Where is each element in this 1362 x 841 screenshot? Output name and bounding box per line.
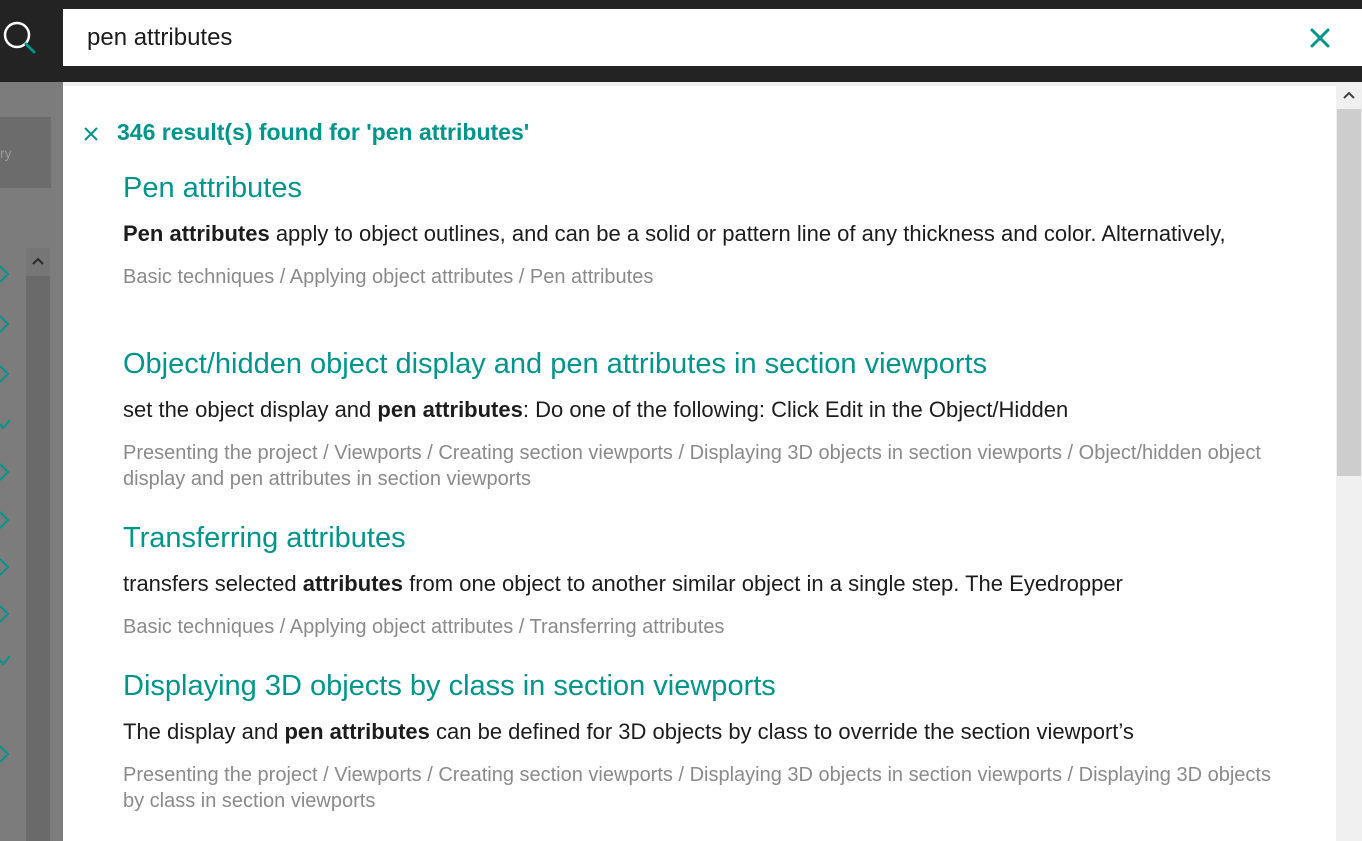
sidebar-button[interactable]: ry — [0, 117, 51, 188]
result-title-link[interactable]: Object/hidden object display and pen att… — [123, 346, 1273, 382]
snippet-highlight: attributes — [302, 571, 403, 596]
result-breadcrumb: Presenting the project / Viewports / Cre… — [123, 764, 1271, 812]
chevron-up-icon — [32, 257, 44, 265]
search-result: Object/hidden object display and pen att… — [123, 346, 1273, 492]
chevron-right-icon[interactable] — [0, 557, 12, 577]
chevron-right-icon[interactable] — [0, 604, 12, 624]
snippet-text: can be defined for 3D objects by class t… — [429, 719, 1134, 744]
result-snippet: The display and pen attributes can be de… — [123, 718, 1273, 746]
snippet-highlight: Pen attributes — [123, 221, 270, 246]
sidebar-scrollbar[interactable] — [26, 248, 50, 841]
result-breadcrumb: Presenting the project / Viewports / Cre… — [123, 442, 1261, 490]
result-snippet: Pen attributes apply to object outlines,… — [123, 220, 1273, 248]
search-result: Transferring attributes transfers select… — [123, 520, 1273, 640]
chevron-right-icon[interactable] — [0, 744, 12, 764]
result-title-link[interactable]: Pen attributes — [123, 170, 1273, 206]
close-icon[interactable] — [1308, 26, 1332, 50]
result-breadcrumb: Basic techniques / Applying object attri… — [123, 616, 725, 638]
chevron-right-icon[interactable] — [0, 364, 12, 384]
snippet-highlight: pen attributes — [377, 397, 523, 422]
search-result: Displaying 3D objects by class in sectio… — [123, 668, 1273, 814]
check-icon — [0, 414, 12, 434]
snippet-text: : Do one of the following: Click Edit in… — [522, 397, 1069, 422]
chevron-right-icon[interactable] — [0, 462, 12, 482]
results-scrollbar[interactable] — [1336, 82, 1362, 841]
check-icon — [0, 650, 12, 670]
search-field[interactable] — [63, 9, 1362, 66]
chevron-up-icon — [1343, 91, 1355, 99]
result-title-link[interactable]: Displaying 3D objects by class in sectio… — [123, 668, 1273, 704]
results-summary: 346 result(s) found for 'pen attributes' — [117, 119, 530, 145]
snippet-highlight: pen attributes — [284, 719, 430, 744]
result-breadcrumb: Basic techniques / Applying object attri… — [123, 266, 654, 288]
scrollbar-thumb[interactable] — [1337, 109, 1361, 476]
result-title-link[interactable]: Transferring attributes — [123, 520, 1273, 556]
sidebar-scroll-up-button[interactable] — [26, 248, 50, 276]
background-sidebar: ry — [0, 82, 63, 841]
search-results-panel: 346 result(s) found for 'pen attributes'… — [63, 82, 1362, 841]
snippet-text: The display and — [123, 719, 285, 744]
chevron-right-icon[interactable] — [0, 264, 12, 284]
chevron-right-icon[interactable] — [0, 510, 12, 530]
search-result: Pen attributes Pen attributes apply to o… — [123, 170, 1273, 290]
result-snippet: set the object display and pen attribute… — [123, 396, 1273, 424]
snippet-text: from one object to another similar objec… — [403, 571, 1123, 596]
snippet-text: set the object display and — [123, 397, 378, 422]
chevron-right-icon[interactable] — [0, 314, 12, 334]
close-icon[interactable] — [83, 126, 99, 142]
sidebar-button-label: ry — [0, 145, 12, 161]
result-snippet: transfers selected attributes from one o… — [123, 570, 1273, 598]
search-icon[interactable] — [0, 18, 42, 58]
scroll-up-button[interactable] — [1336, 82, 1362, 108]
search-input[interactable] — [87, 19, 1267, 57]
snippet-text: apply to object outlines, and can be a s… — [269, 221, 1226, 246]
search-bar — [0, 0, 1362, 82]
snippet-text: transfers selected — [123, 571, 303, 596]
